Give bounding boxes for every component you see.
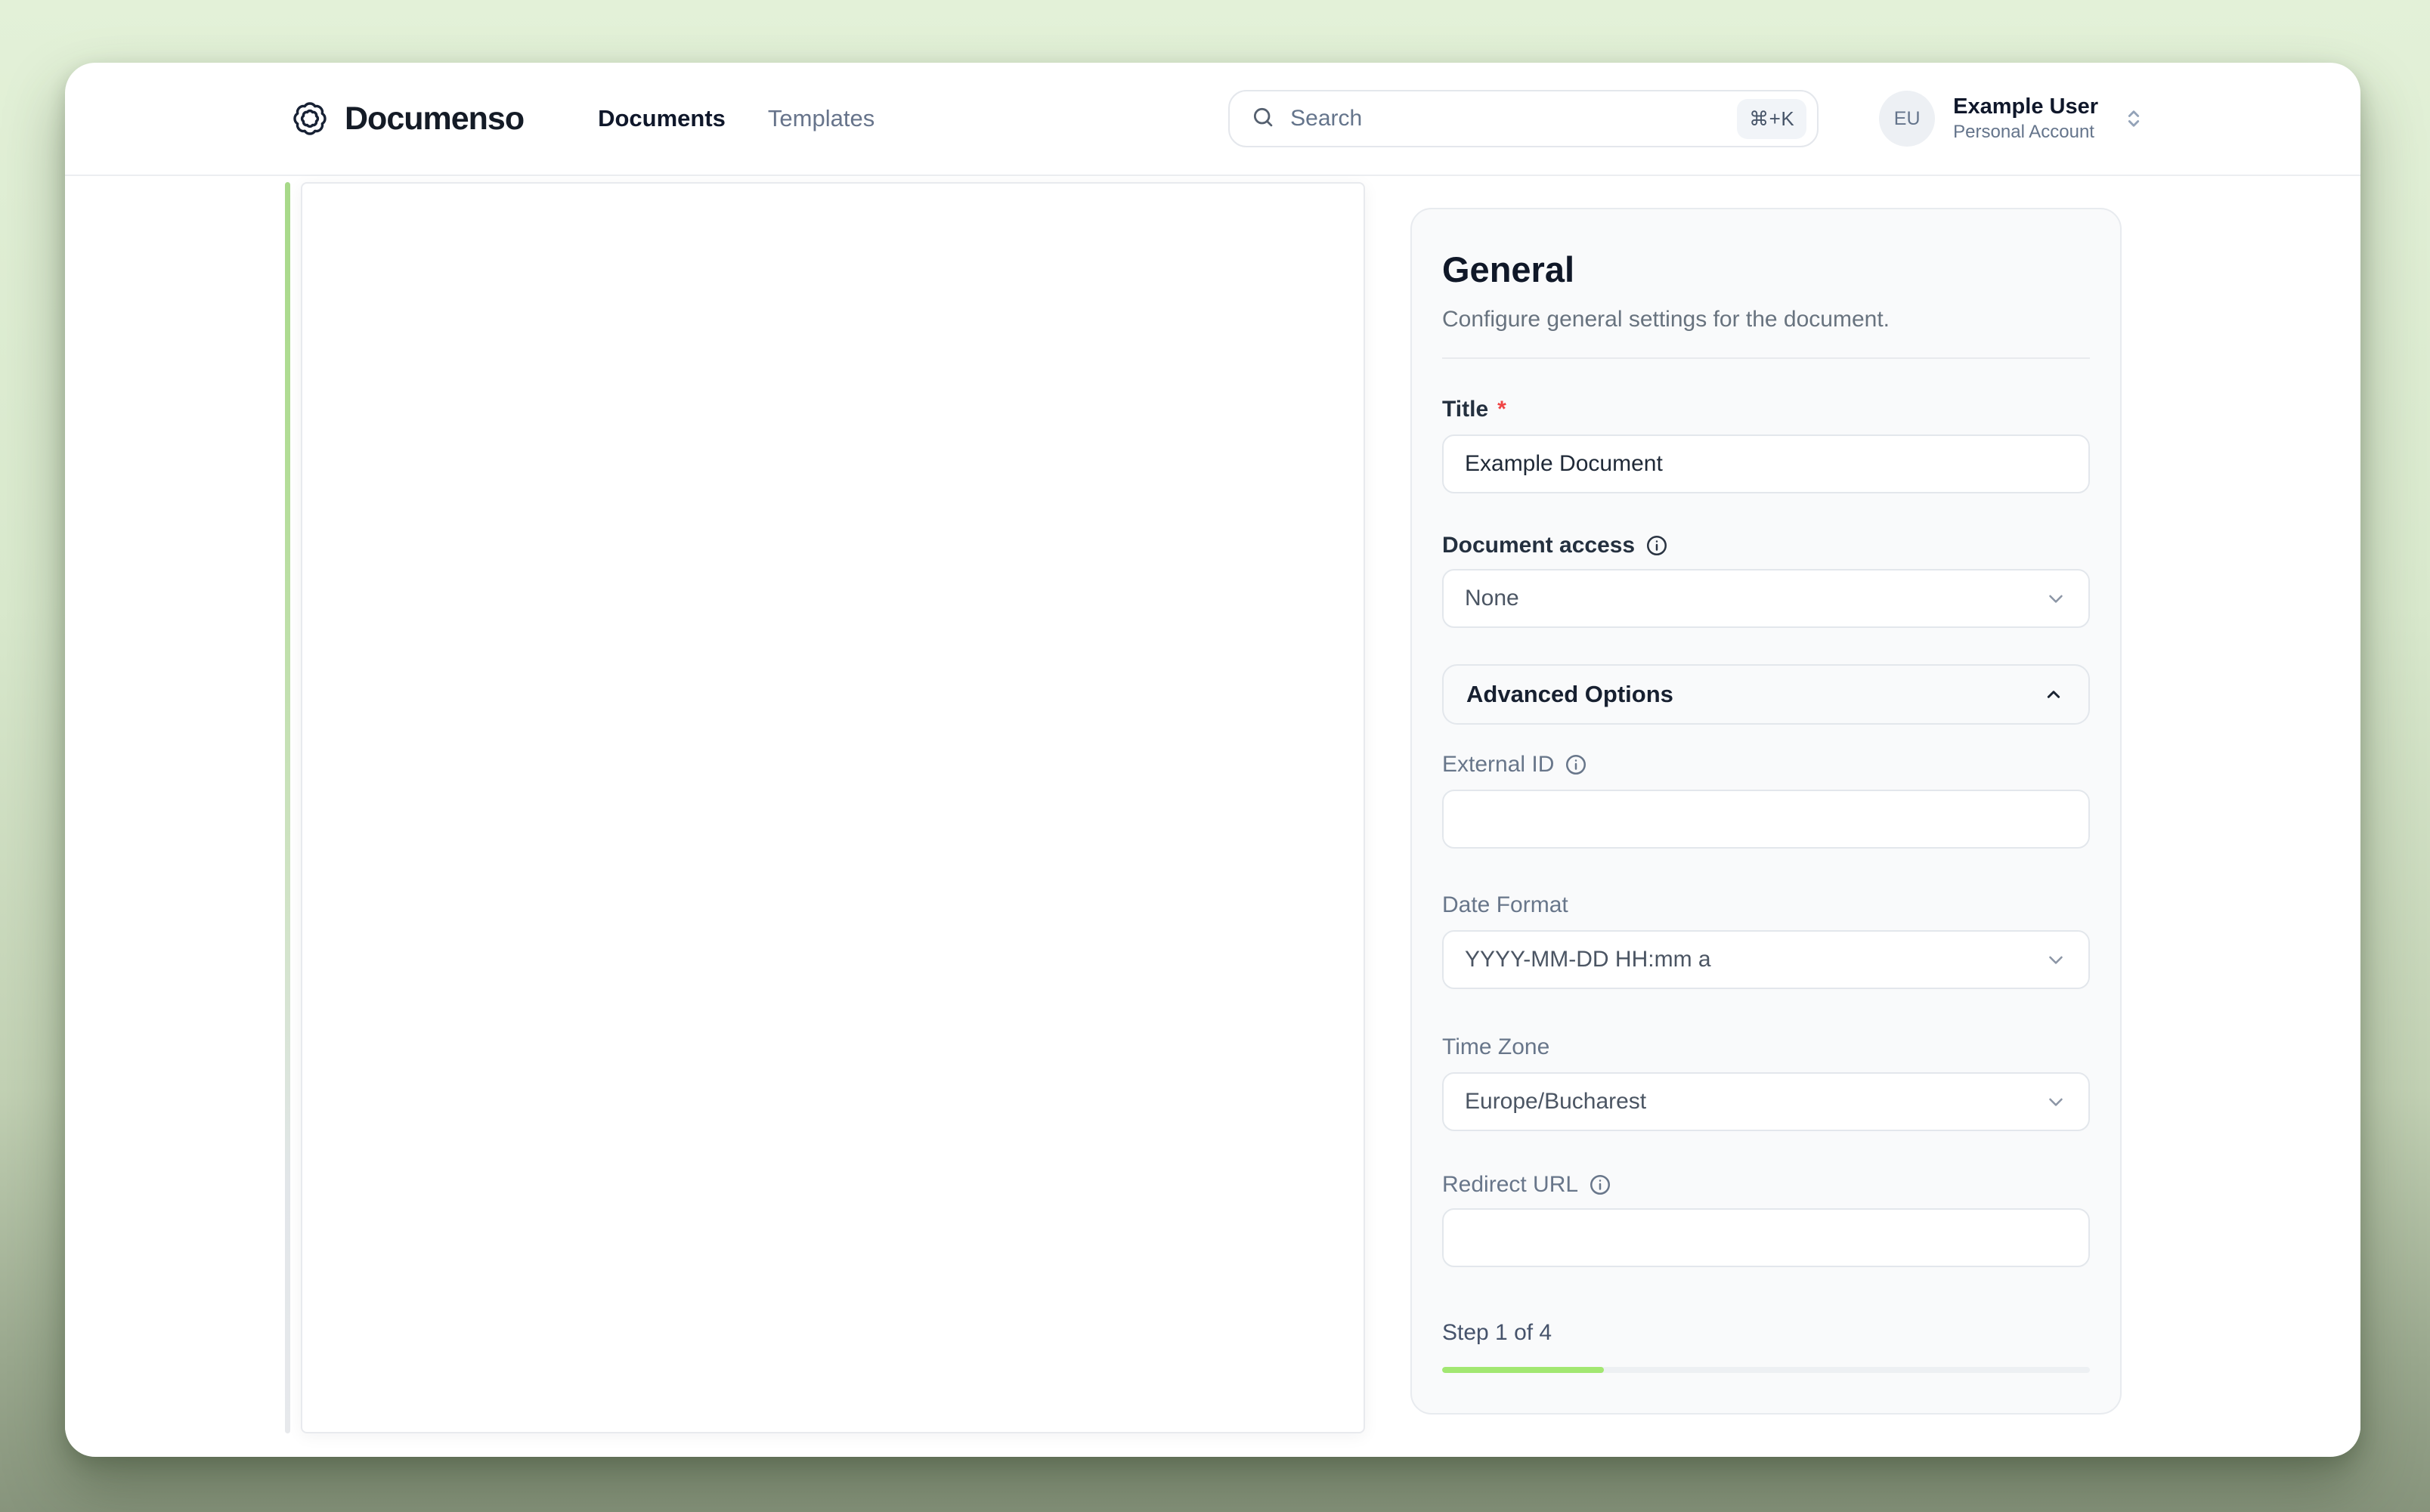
panel-title: General <box>1442 252 2090 287</box>
step-progress-track <box>1442 1367 2090 1373</box>
document-access-label: Document access <box>1442 533 2090 558</box>
required-asterisk: * <box>1497 397 1506 422</box>
time-zone-label: Time Zone <box>1442 1034 2090 1060</box>
document-accent-line <box>285 182 290 1433</box>
desktop-background: { "header": { "brand": "Documenso", "nav… <box>0 0 2430 1512</box>
date-format-select[interactable]: YYYY-MM-DD HH:mm a <box>1442 930 2090 989</box>
general-settings-panel: General Configure general settings for t… <box>1410 208 2122 1415</box>
search-shortcut-badge: ⌘+K <box>1737 99 1806 139</box>
chevron-down-icon <box>2045 587 2067 610</box>
content-area: General Configure general settings for t… <box>65 176 2360 1455</box>
info-icon[interactable] <box>1565 753 1587 776</box>
search-input[interactable]: Search ⌘+K <box>1228 90 1819 147</box>
brand-logo[interactable]: Documenso <box>292 100 524 138</box>
nav-item-documents[interactable]: Documents <box>598 105 726 132</box>
title-field-label: Title * <box>1442 397 2090 422</box>
avatar: EU <box>1879 91 1935 147</box>
external-id-input[interactable] <box>1442 790 2090 849</box>
progress-fill <box>1442 1367 1604 1373</box>
app-window: Documenso Documents Templates Search ⌘+K… <box>65 63 2360 1457</box>
external-id-label: External ID <box>1442 752 2090 778</box>
step-indicator: Step 1 of 4 <box>1442 1320 2090 1346</box>
document-access-select[interactable]: None <box>1442 569 2090 628</box>
chevron-down-icon <box>2045 948 2067 971</box>
time-zone-combobox[interactable]: Europe/Bucharest <box>1442 1072 2090 1131</box>
account-menu-button[interactable]: EU Example User Personal Account <box>1879 91 2147 147</box>
divider <box>1442 357 2090 359</box>
account-name: Example User <box>1953 96 2098 118</box>
documenso-badge-icon <box>292 100 328 137</box>
brand-name: Documenso <box>345 100 524 138</box>
date-format-label: Date Format <box>1442 892 2090 918</box>
chevron-up-icon <box>2042 682 2066 707</box>
panel-subtitle: Configure general settings for the docum… <box>1442 307 2090 333</box>
redirect-url-input[interactable] <box>1442 1208 2090 1267</box>
main-nav: Documents Templates <box>598 105 874 132</box>
nav-item-templates[interactable]: Templates <box>768 105 874 132</box>
info-icon[interactable] <box>1645 534 1668 557</box>
advanced-options-toggle[interactable]: Advanced Options <box>1442 664 2090 725</box>
account-type: Personal Account <box>1953 123 2098 141</box>
top-navbar: Documenso Documents Templates Search ⌘+K… <box>65 63 2360 176</box>
title-input[interactable] <box>1442 434 2090 493</box>
search-placeholder: Search <box>1290 106 1722 131</box>
info-icon[interactable] <box>1589 1173 1611 1196</box>
chevrons-up-down-icon <box>2116 106 2147 131</box>
pdf-page-preview <box>301 182 1365 1433</box>
search-icon <box>1251 105 1275 133</box>
redirect-url-label: Redirect URL <box>1442 1172 2090 1198</box>
chevron-down-icon <box>2045 1090 2067 1113</box>
